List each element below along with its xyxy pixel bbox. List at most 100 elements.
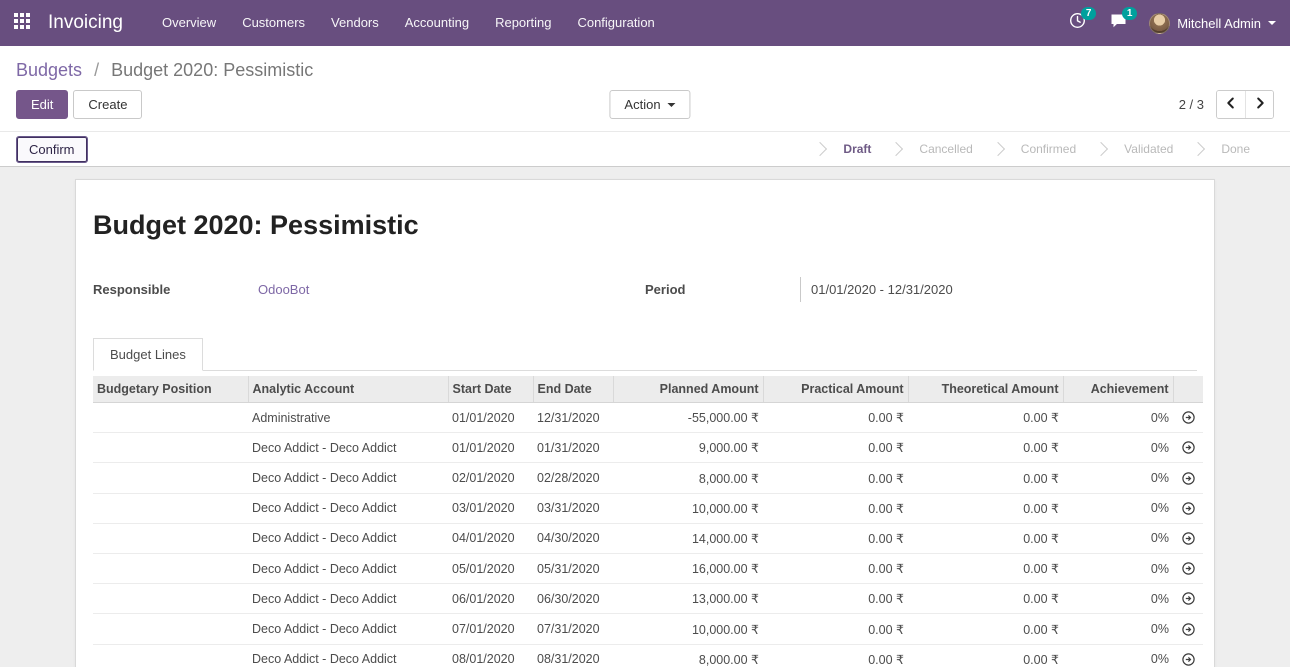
cell-planned-amount: 9,000.00 ₹	[613, 433, 763, 463]
status-step[interactable]: Draft	[819, 132, 895, 167]
cell-practical-amount: 0.00 ₹	[763, 554, 908, 584]
activities-button[interactable]: 7	[1057, 0, 1098, 46]
cell-budgetary-position	[93, 493, 248, 523]
budget-line-row[interactable]: Deco Addict - Deco Addict 07/01/2020 07/…	[93, 614, 1203, 644]
arrow-circle-icon	[1181, 591, 1196, 605]
cell-achievement: 0%	[1063, 584, 1173, 614]
cell-achievement: 0%	[1063, 433, 1173, 463]
cell-planned-amount: -55,000.00 ₹	[613, 403, 763, 433]
status-step[interactable]: Confirmed	[997, 132, 1100, 167]
header-theoretical-amount[interactable]: Theoretical Amount	[908, 376, 1063, 403]
cell-analytic-account: Deco Addict - Deco Addict	[248, 523, 448, 553]
open-entries-button[interactable]	[1173, 463, 1203, 493]
budget-line-row[interactable]: Deco Addict - Deco Addict 03/01/2020 03/…	[93, 493, 1203, 523]
open-entries-button[interactable]	[1173, 493, 1203, 523]
create-button[interactable]: Create	[73, 90, 142, 119]
edit-button[interactable]: Edit	[16, 90, 68, 119]
navbar-menu-item[interactable]: Reporting	[482, 0, 564, 46]
open-entries-button[interactable]	[1173, 584, 1203, 614]
budget-line-row[interactable]: Deco Addict - Deco Addict 05/01/2020 05/…	[93, 554, 1203, 584]
chevron-right-icon	[1253, 96, 1267, 113]
header-actions	[1173, 376, 1203, 403]
pager-value[interactable]: 2 / 3	[1179, 97, 1204, 112]
cell-start-date: 03/01/2020	[448, 493, 533, 523]
user-menu[interactable]: Mitchell Admin	[1149, 13, 1276, 34]
open-entries-button[interactable]	[1173, 554, 1203, 584]
header-analytic-account[interactable]: Analytic Account	[248, 376, 448, 403]
cell-theoretical-amount: 0.00 ₹	[908, 403, 1063, 433]
messages-button[interactable]: 1	[1098, 0, 1139, 46]
statusbar: Confirm DraftCancelledConfirmedValidated…	[0, 131, 1290, 167]
pager-next-button[interactable]	[1245, 91, 1273, 118]
navbar-menu-item[interactable]: Overview	[149, 0, 229, 46]
cell-theoretical-amount: 0.00 ₹	[908, 554, 1063, 584]
header-end-date[interactable]: End Date	[533, 376, 613, 403]
cell-end-date: 05/31/2020	[533, 554, 613, 584]
tab-budget-lines[interactable]: Budget Lines	[93, 338, 203, 371]
budget-line-row[interactable]: Deco Addict - Deco Addict 06/01/2020 06/…	[93, 584, 1203, 614]
app-name[interactable]: Invoicing	[48, 12, 123, 34]
cell-budgetary-position	[93, 433, 248, 463]
action-dropdown-button[interactable]: Action	[609, 90, 690, 119]
cell-analytic-account: Deco Addict - Deco Addict	[248, 584, 448, 614]
status-step[interactable]: Cancelled	[895, 132, 996, 167]
record-title: Budget 2020: Pessimistic	[93, 210, 1197, 241]
pager-buttons	[1216, 90, 1274, 119]
arrow-circle-icon	[1181, 470, 1196, 484]
open-entries-button[interactable]	[1173, 433, 1203, 463]
header-practical-amount[interactable]: Practical Amount	[763, 376, 908, 403]
navbar-menu-item[interactable]: Accounting	[392, 0, 482, 46]
cell-analytic-account: Deco Addict - Deco Addict	[248, 493, 448, 523]
cell-end-date: 02/28/2020	[533, 463, 613, 493]
header-budgetary-position[interactable]: Budgetary Position	[93, 376, 248, 403]
budget-line-row[interactable]: Deco Addict - Deco Addict 08/01/2020 08/…	[93, 644, 1203, 667]
header-start-date[interactable]: Start Date	[448, 376, 533, 403]
confirm-button[interactable]: Confirm	[16, 136, 88, 163]
cell-achievement: 0%	[1063, 403, 1173, 433]
cell-practical-amount: 0.00 ₹	[763, 584, 908, 614]
status-step[interactable]: Validated	[1100, 132, 1197, 167]
arrow-circle-icon	[1181, 531, 1196, 545]
cell-achievement: 0%	[1063, 523, 1173, 553]
budget-line-row[interactable]: Administrative 01/01/2020 12/31/2020 -55…	[93, 403, 1203, 433]
cell-analytic-account: Deco Addict - Deco Addict	[248, 433, 448, 463]
budget-lines-body: Administrative 01/01/2020 12/31/2020 -55…	[93, 403, 1203, 667]
cell-practical-amount: 0.00 ₹	[763, 644, 908, 667]
breadcrumb-current: Budget 2020: Pessimistic	[111, 60, 313, 80]
apps-menu-button[interactable]	[0, 0, 44, 46]
breadcrumb-separator: /	[94, 60, 99, 80]
cell-theoretical-amount: 0.00 ₹	[908, 493, 1063, 523]
control-panel-buttons: Edit Create Action 2 / 3	[0, 90, 1290, 131]
activity-count-badge: 7	[1081, 7, 1096, 20]
arrow-circle-icon	[1181, 561, 1196, 575]
budget-line-row[interactable]: Deco Addict - Deco Addict 02/01/2020 02/…	[93, 463, 1203, 493]
cell-analytic-account: Deco Addict - Deco Addict	[248, 644, 448, 667]
responsible-value[interactable]: OdooBot	[248, 277, 309, 302]
open-entries-button[interactable]	[1173, 523, 1203, 553]
period-value: 01/01/2020 - 12/31/2020	[800, 277, 953, 302]
header-planned-amount[interactable]: Planned Amount	[613, 376, 763, 403]
cell-start-date: 05/01/2020	[448, 554, 533, 584]
budget-line-row[interactable]: Deco Addict - Deco Addict 04/01/2020 04/…	[93, 523, 1203, 553]
open-entries-button[interactable]	[1173, 403, 1203, 433]
header-achievement[interactable]: Achievement	[1063, 376, 1173, 403]
cell-end-date: 12/31/2020	[533, 403, 613, 433]
open-entries-button[interactable]	[1173, 614, 1203, 644]
breadcrumb-parent[interactable]: Budgets	[16, 60, 82, 80]
cell-planned-amount: 8,000.00 ₹	[613, 644, 763, 667]
status-pipeline: DraftCancelledConfirmedValidatedDone	[819, 132, 1290, 166]
chevron-left-icon	[1224, 96, 1238, 113]
cell-analytic-account: Deco Addict - Deco Addict	[248, 614, 448, 644]
budget-lines-table: Budgetary Position Analytic Account Star…	[93, 376, 1203, 667]
budget-line-row[interactable]: Deco Addict - Deco Addict 01/01/2020 01/…	[93, 433, 1203, 463]
pager-previous-button[interactable]	[1217, 91, 1245, 118]
status-step[interactable]: Done	[1197, 132, 1274, 167]
navbar-menu-item[interactable]: Configuration	[564, 0, 667, 46]
navbar-menu-item[interactable]: Vendors	[318, 0, 392, 46]
navbar-menu-item[interactable]: Customers	[229, 0, 318, 46]
open-entries-button[interactable]	[1173, 644, 1203, 667]
user-name: Mitchell Admin	[1177, 16, 1261, 31]
cell-start-date: 02/01/2020	[448, 463, 533, 493]
cell-budgetary-position	[93, 644, 248, 667]
cell-achievement: 0%	[1063, 614, 1173, 644]
